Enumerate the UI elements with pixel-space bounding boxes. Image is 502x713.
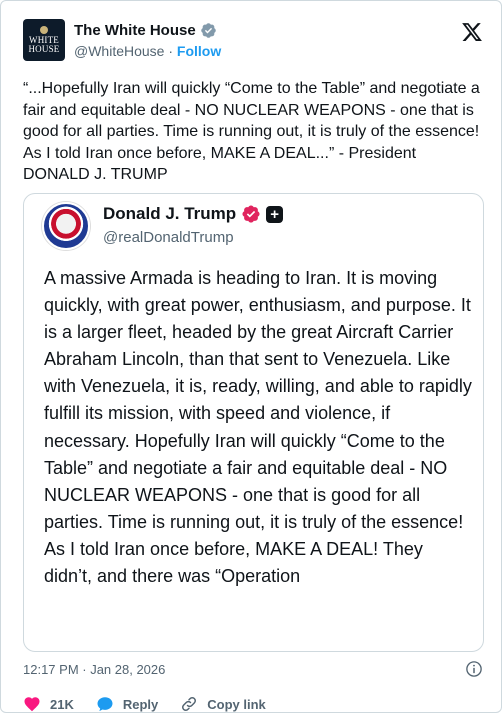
follow-button[interactable]: Follow (177, 43, 221, 59)
quoted-name-row: Donald J. Trump + (103, 204, 284, 224)
x-logo-icon[interactable] (461, 21, 483, 43)
reply-button[interactable]: Reply (96, 695, 158, 713)
reply-bubble-icon (97, 697, 113, 712)
timestamp-row: 12:17 PM · Jan 28, 2026 (23, 660, 483, 680)
verified-badge-icon (242, 205, 260, 223)
author-handle[interactable]: @WhiteHouse (74, 43, 164, 59)
author-display-name[interactable]: The White House (74, 22, 196, 39)
reply-label: Reply (122, 696, 159, 712)
action-bar: 21K Reply Copy link (23, 694, 288, 713)
post-text: “...Hopefully Iran will quickly “Come to… (23, 80, 480, 183)
info-icon[interactable] (465, 660, 483, 678)
separator-dot: · (164, 43, 177, 59)
copy-link-button[interactable]: Copy link (180, 695, 266, 713)
heart-icon (24, 697, 40, 712)
copy-link-label: Copy link (207, 696, 266, 712)
avatar-text-line2: HOUSE (28, 44, 60, 54)
post-timestamp[interactable]: 12:17 PM · Jan 28, 2026 (23, 662, 165, 677)
quoted-display-name[interactable]: Donald J. Trump (103, 204, 236, 224)
avatar[interactable]: WHITE HOUSE (23, 19, 65, 61)
author-handle-row: @WhiteHouse · Follow (74, 43, 221, 59)
plus-badge-icon: + (266, 205, 284, 223)
quoted-avatar[interactable] (42, 202, 90, 250)
seal-icon (40, 26, 48, 34)
author-name-row: The White House (74, 22, 217, 39)
link-icon (182, 697, 197, 711)
verified-badge-icon (200, 23, 216, 38)
quoted-post-text: A massive Armada is heading to Iran. It … (44, 268, 472, 587)
quoted-handle[interactable]: @realDonaldTrump (103, 229, 234, 246)
like-button[interactable]: 21K (23, 695, 74, 713)
quoted-post[interactable]: Donald J. Trump + @realDonaldTrump A mas… (23, 193, 484, 652)
embedded-post-card: WHITE HOUSE The White House @WhiteHouse … (0, 0, 502, 713)
post-header: WHITE HOUSE The White House @WhiteHouse … (23, 19, 483, 65)
like-count: 21K (50, 696, 74, 712)
